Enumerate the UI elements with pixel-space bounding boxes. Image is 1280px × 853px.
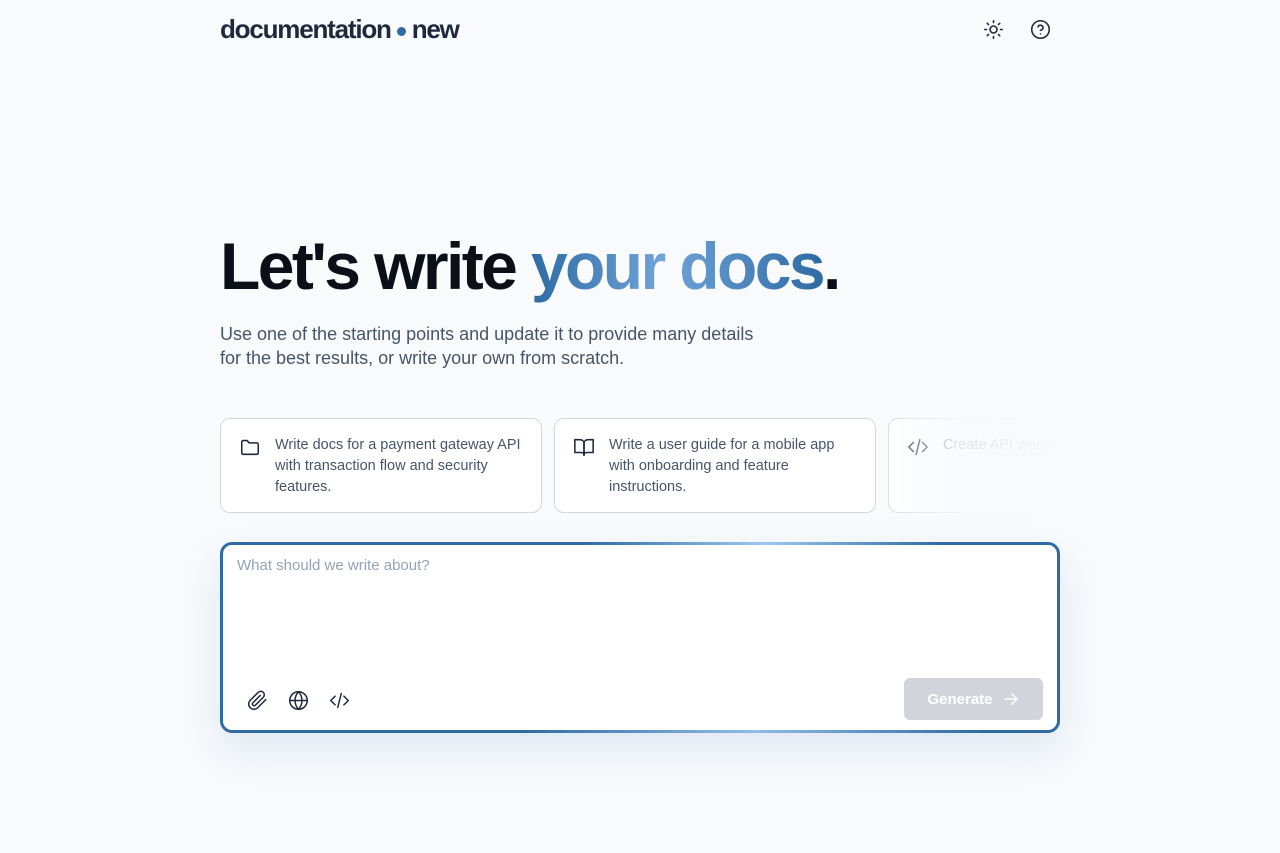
- starter-card-api-weather[interactable]: Create API weather da authenticati: [888, 418, 1060, 513]
- page-subtitle: Use one of the starting points and updat…: [220, 322, 800, 370]
- starter-cards-track: Write docs for a payment gateway API wit…: [220, 418, 1060, 513]
- prompt-tools: [247, 690, 350, 711]
- page: documentation new Let's write your docs.…: [0, 0, 1280, 853]
- sun-icon[interactable]: [983, 19, 1004, 40]
- brand-suffix: new: [411, 13, 460, 44]
- prompt-input[interactable]: [237, 557, 1042, 667]
- arrow-right-icon: [1003, 693, 1018, 705]
- title-end: .: [822, 229, 841, 303]
- starter-card-text: Create API weather da authenticati: [943, 437, 1060, 453]
- globe-icon[interactable]: [288, 690, 309, 711]
- starter-card-text: Write a user guide for a mobile app with…: [609, 437, 835, 495]
- subtitle-line-2: for the best results, or write your own …: [220, 348, 625, 368]
- title-accent: your docs: [530, 229, 826, 303]
- prompt-glow-bottom: [523, 730, 983, 733]
- prompt-glow-top: [583, 542, 943, 545]
- brand-dot: [396, 26, 406, 36]
- subtitle-line-1: Use one of the starting points and updat…: [220, 324, 754, 344]
- starter-cards: Write docs for a payment gateway API wit…: [220, 418, 1060, 514]
- code-icon: [907, 436, 929, 458]
- generate-button[interactable]: Generate: [904, 678, 1043, 720]
- header-actions: [983, 19, 1060, 40]
- folder-icon: [239, 436, 261, 458]
- code-icon[interactable]: [329, 690, 350, 711]
- starter-card-payment-api[interactable]: Write docs for a payment gateway API wit…: [220, 418, 542, 513]
- help-circle-icon[interactable]: [1030, 19, 1051, 40]
- generate-label: Generate: [927, 690, 993, 708]
- brand-logo[interactable]: documentation new: [220, 13, 460, 45]
- header: documentation new: [220, 12, 1060, 46]
- title-start: Let's write: [220, 229, 518, 303]
- brand-name: documentation: [220, 13, 392, 44]
- page-title: Let's write your docs.: [220, 226, 841, 306]
- starter-card-text: Write docs for a payment gateway API wit…: [275, 437, 521, 495]
- starter-card-user-guide[interactable]: Write a user guide for a mobile app with…: [554, 418, 876, 513]
- paperclip-icon[interactable]: [247, 690, 268, 711]
- book-open-icon: [573, 436, 595, 458]
- prompt-box: Generate: [220, 542, 1060, 733]
